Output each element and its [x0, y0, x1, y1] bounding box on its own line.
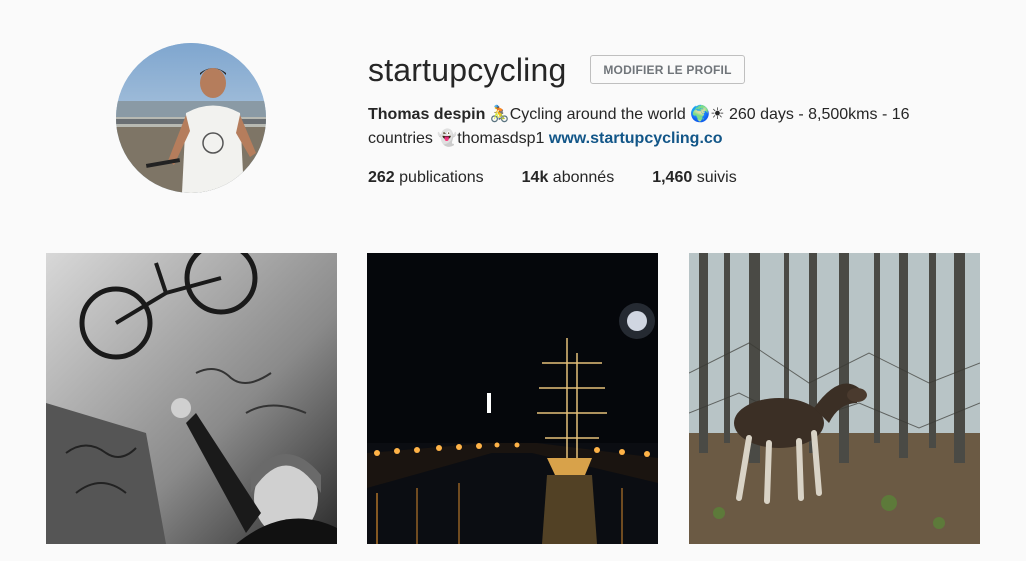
- followers-label: abonnés: [548, 169, 615, 186]
- username: startupcycling: [368, 52, 567, 88]
- bio: Thomas despin 🚴Cycling around the world …: [368, 103, 968, 151]
- full-name: Thomas despin: [368, 106, 486, 123]
- profile-stats: 262 publications 14k abonnés 1,460 suivi…: [368, 166, 775, 190]
- post-thumbnail-graffiti[interactable]: [46, 253, 337, 544]
- profile-page: startupcycling MODIFIER LE PROFIL Thomas…: [0, 0, 1026, 561]
- posts-count: 262: [368, 169, 395, 186]
- posts-stat: 262 publications: [368, 166, 484, 190]
- edit-profile-button[interactable]: MODIFIER LE PROFIL: [590, 55, 745, 84]
- followers-stat[interactable]: 14k abonnés: [522, 166, 615, 190]
- bio-text-continued: countries 👻thomasdsp1: [368, 130, 549, 147]
- bio-text: 🚴Cycling around the world 🌍☀ 260 days - …: [489, 106, 910, 123]
- post-thumbnail-moose[interactable]: [689, 253, 980, 544]
- avatar[interactable]: [116, 43, 266, 193]
- following-label: suivis: [692, 169, 737, 186]
- following-stat[interactable]: 1,460 suivis: [652, 166, 737, 190]
- website-link[interactable]: www.startupcycling.co: [549, 130, 723, 147]
- posts-label: publications: [394, 169, 484, 186]
- post-thumbnail-tall-ship[interactable]: [367, 253, 658, 544]
- following-count: 1,460: [652, 169, 693, 186]
- followers-count: 14k: [521, 169, 549, 186]
